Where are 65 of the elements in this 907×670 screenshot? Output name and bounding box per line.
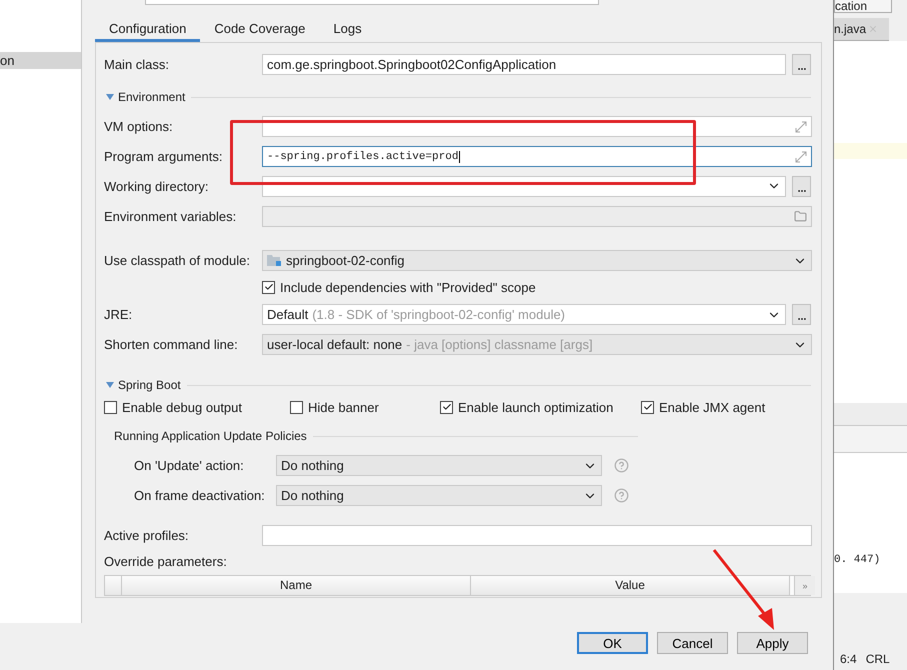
column-header[interactable]: Name: [122, 576, 471, 595]
status-text: 6:4: [840, 652, 857, 668]
field-label: Override parameters:: [104, 554, 228, 568]
help-icon[interactable]: [614, 488, 629, 503]
sidebar-item[interactable]: on: [0, 52, 81, 69]
environment-variables-field[interactable]: [262, 206, 812, 227]
tab[interactable]: Configuration: [95, 18, 200, 42]
checkmark-icon: [642, 402, 652, 412]
checkbox-label: Include dependencies with "Provided" scope: [280, 280, 536, 294]
module-folder-icon: [267, 254, 282, 267]
dialog-button[interactable]: Apply: [737, 632, 808, 654]
checkbox[interactable]: [262, 280, 275, 294]
field-label: Active profiles:: [104, 528, 190, 543]
jre-dropdown[interactable]: Default (1.8 - SDK of 'springboot-02-config' module): [262, 304, 786, 325]
checkmark-icon: [442, 402, 452, 412]
field-label: JRE:: [104, 307, 134, 322]
shorten-command-dropdown[interactable]: user-local default: none - java [options] classname [args]: [262, 334, 812, 355]
run-config-dropdown[interactable]: cation: [834, 0, 892, 13]
policy-dropdown[interactable]: Do nothing: [276, 485, 602, 506]
checkbox[interactable]: [290, 400, 303, 414]
dialog-button[interactable]: OK: [577, 632, 648, 654]
expand-icon[interactable]: [795, 150, 807, 162]
expand-triangle-icon[interactable]: [106, 94, 114, 100]
field-label: VM options:: [104, 119, 174, 134]
field-label: Working directory:: [104, 178, 210, 194]
close-icon[interactable]: [868, 24, 878, 34]
checkbox[interactable]: [440, 400, 453, 414]
field-label: Use classpath of module:: [104, 253, 251, 268]
field-label: Shorten command line:: [104, 337, 239, 352]
dialog-button[interactable]: Cancel: [657, 632, 728, 654]
tab[interactable]: Code Coverage: [200, 18, 320, 42]
field-label: Environment variables:: [104, 209, 238, 224]
field-label: On 'Update' action:: [134, 458, 245, 473]
name-field[interactable]: [145, 0, 599, 5]
expand-triangle-icon[interactable]: [106, 382, 114, 388]
checkbox[interactable]: [641, 400, 654, 414]
field-label: Program arguments:: [104, 149, 224, 164]
column-header[interactable]: Value: [471, 576, 790, 595]
policy-dropdown[interactable]: Do nothing: [276, 455, 602, 476]
checkbox[interactable]: [104, 400, 117, 414]
active-profiles-field[interactable]: [262, 525, 812, 546]
checkmark-icon: [264, 282, 274, 292]
checkbox-label: Hide banner: [308, 400, 379, 414]
console-output: 0. 447): [834, 453, 907, 593]
section-title: Environment: [118, 90, 186, 104]
folder-icon[interactable]: [794, 210, 807, 223]
field-label: On frame deactivation:: [134, 488, 266, 503]
group-title: Running Application Update Policies: [114, 429, 307, 443]
help-icon[interactable]: [614, 458, 629, 473]
browse-button[interactable]: [792, 304, 811, 325]
field-label: Main class:: [104, 57, 170, 72]
status-text: CRL: [866, 652, 890, 668]
expand-icon[interactable]: [795, 120, 807, 132]
browse-button[interactable]: [792, 176, 811, 196]
browse-button[interactable]: [792, 54, 811, 75]
checkbox-label: Enable debug output: [122, 400, 242, 414]
text-field[interactable]: --spring.profiles.active=prod: [262, 146, 812, 167]
tab[interactable]: Logs: [319, 18, 376, 42]
checkbox-label: Enable JMX agent: [659, 400, 766, 414]
more-columns-button[interactable]: »: [794, 576, 815, 595]
section-title: Spring Boot: [118, 378, 181, 392]
editor-tab[interactable]: n.java: [834, 18, 889, 41]
main-class-field[interactable]: com.ge.springboot.Springboot02ConfigApplication: [262, 54, 786, 75]
module-dropdown[interactable]: springboot-02-config: [262, 250, 812, 271]
checkbox-label: Enable launch optimization: [458, 400, 614, 414]
